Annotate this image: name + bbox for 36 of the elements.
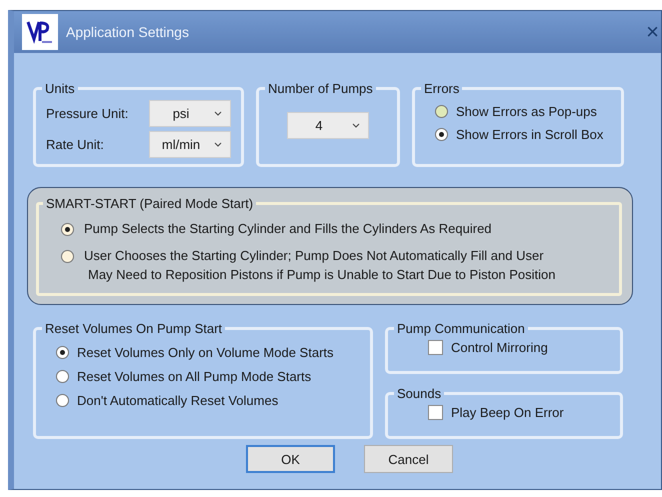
cancel-button[interactable]: Cancel: [364, 445, 453, 473]
group-title: Number of Pumps: [267, 81, 374, 96]
option-label: Show Errors as Pop-ups: [456, 104, 597, 119]
group-title: Sounds: [396, 386, 442, 401]
checkbox[interactable]: [428, 405, 443, 420]
radio-button[interactable]: [61, 250, 74, 263]
logo-icon: [22, 14, 58, 50]
option-label: Pump Selects the Starting Cylinder and Fills the Cylinders As Required: [84, 220, 492, 238]
option-label: User Chooses the Starting Cylinder; Pump Does Not Automatically Fill and User May Need to Reposition Pistons if Pump is Unable to Start Due to Piston Position: [84, 247, 556, 284]
field-label: Pressure Unit:: [46, 106, 130, 121]
ok-button[interactable]: OK: [246, 445, 335, 473]
option-label: Show Errors in Scroll Box: [456, 127, 604, 142]
option-label: Reset Volumes on All Pump Mode Starts: [77, 369, 312, 384]
option-label: Don't Automatically Reset Volumes: [77, 393, 278, 408]
window-title: Application Settings: [66, 24, 189, 40]
checkbox[interactable]: [428, 340, 443, 355]
checkbox-label: Play Beep On Error: [451, 405, 564, 420]
group-title: Pump Communication: [396, 321, 526, 336]
chevron-icon: [214, 111, 222, 116]
radio-button[interactable]: [56, 394, 69, 407]
dropdown[interactable]: 4: [287, 112, 369, 139]
field-label: Rate Unit:: [46, 137, 105, 152]
radio-button[interactable]: [435, 128, 448, 141]
group-title: Errors: [423, 81, 460, 96]
option-label: Reset Volumes Only on Volume Mode Starts: [77, 345, 334, 360]
chevron-icon: [214, 142, 222, 147]
dropdown[interactable]: ml/min: [149, 131, 231, 158]
radio-button[interactable]: [61, 223, 74, 236]
chevron-icon: [352, 123, 360, 128]
checkbox-label: Control Mirroring: [451, 340, 548, 355]
dropdown[interactable]: psi: [149, 100, 231, 127]
radio-button[interactable]: [56, 370, 69, 383]
group-title: Units: [44, 81, 76, 96]
radio-button[interactable]: [435, 105, 448, 118]
group-title: Reset Volumes On Pump Start: [44, 321, 224, 336]
radio-button[interactable]: [56, 346, 69, 359]
